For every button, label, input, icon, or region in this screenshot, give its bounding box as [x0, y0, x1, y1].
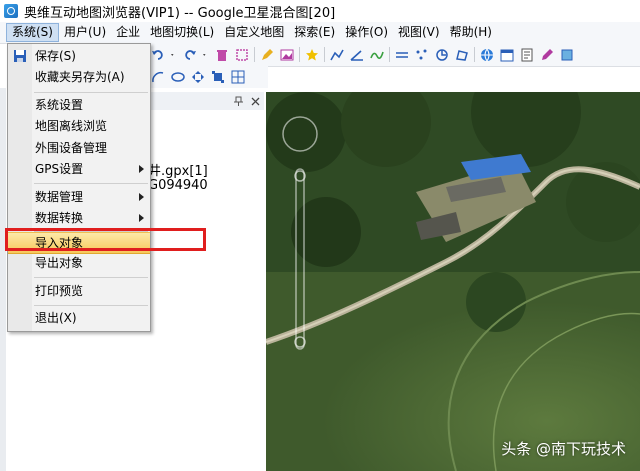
menu-item-label: 系统设置 [35, 98, 84, 112]
menu-separator [34, 277, 148, 278]
path-icon[interactable] [395, 48, 409, 62]
main-toolbar [148, 43, 640, 67]
title-bar: 奥维互动地图浏览器(VIP1) -- Google卫星混合图[20] [0, 0, 640, 22]
menu-bar: 系统(S) 用户(U) 企业 地图切换(L) 自定义地图 探索(E) 操作(O)… [0, 22, 640, 44]
menu-item-save-favorites-as[interactable]: 收藏夹另存为(A) [8, 67, 150, 87]
menu-item-label: GPS设置 [35, 162, 84, 176]
undo-icon[interactable] [151, 48, 165, 62]
menu-item-print-preview[interactable]: 打印预览 [8, 281, 150, 301]
move-icon[interactable] [191, 70, 205, 84]
submenu-arrow-icon [139, 165, 144, 173]
menu-item-label: 收藏夹另存为(A) [35, 70, 125, 84]
zoom-control[interactable] [282, 114, 318, 354]
save-icon [14, 50, 26, 62]
menu-help[interactable]: 帮助(H) [445, 23, 497, 42]
dropdown-arrow-icon[interactable] [203, 48, 209, 62]
area-icon[interactable] [455, 48, 469, 62]
menu-enterprise[interactable]: 企业 [111, 23, 145, 42]
pencil-icon[interactable] [260, 48, 274, 62]
menu-item-gps-settings[interactable]: GPS设置 [8, 159, 150, 179]
panel-edge [0, 88, 6, 471]
redo-icon[interactable] [183, 48, 197, 62]
freehand-icon[interactable] [370, 48, 384, 62]
globe-icon[interactable] [480, 48, 494, 62]
annotation-highlight-box [5, 228, 206, 251]
select-rect-icon[interactable] [235, 48, 249, 62]
draw-toolbar [148, 66, 268, 88]
pin-icon[interactable] [234, 96, 243, 106]
menu-item-label: 保存(S) [35, 49, 76, 63]
calendar-icon[interactable] [500, 48, 514, 62]
menu-item-export-objects[interactable]: 导出对象 [8, 253, 150, 273]
star-icon[interactable] [305, 48, 319, 62]
panel-item-id[interactable]: G094940 [148, 178, 208, 193]
menu-separator [34, 92, 148, 93]
arc-icon[interactable] [151, 70, 165, 84]
menu-item-label: 地图离线浏览 [35, 119, 108, 133]
panel-item-gpx[interactable]: 井.gpx[1] [148, 160, 208, 179]
panel-header [148, 92, 264, 110]
resize-icon[interactable] [211, 70, 225, 84]
satellite-map[interactable]: 头条 @南下玩技术 [266, 92, 640, 471]
menu-item-peripheral-manager[interactable]: 外围设备管理 [8, 138, 150, 158]
close-icon[interactable] [251, 97, 260, 106]
menu-user[interactable]: 用户(U) [59, 23, 111, 42]
ellipse-icon[interactable] [171, 70, 185, 84]
menu-operation[interactable]: 操作(O) [340, 23, 393, 42]
submenu-arrow-icon [139, 214, 144, 222]
layers-icon[interactable] [560, 48, 574, 62]
menu-item-label: 退出(X) [35, 311, 77, 325]
angle-icon[interactable] [350, 48, 364, 62]
menu-item-data-convert[interactable]: 数据转换 [8, 208, 150, 228]
menu-system[interactable]: 系统(S) [6, 23, 59, 42]
scatter-icon[interactable] [415, 48, 429, 62]
menu-map-switch[interactable]: 地图切换(L) [145, 23, 219, 42]
delete-icon[interactable] [215, 48, 229, 62]
menu-custom-map[interactable]: 自定义地图 [219, 23, 289, 42]
measure-icon[interactable] [435, 48, 449, 62]
map-imagery [266, 92, 640, 471]
menu-item-exit[interactable]: 退出(X) [8, 308, 150, 328]
app-logo-icon [4, 4, 18, 18]
menu-separator [34, 183, 148, 184]
polyline-icon[interactable] [330, 48, 344, 62]
menu-item-label: 导出对象 [35, 256, 84, 270]
menu-item-label: 数据转换 [35, 211, 84, 225]
menu-view[interactable]: 视图(V) [393, 23, 445, 42]
system-menu: 保存(S) 收藏夹另存为(A) 系统设置 地图离线浏览 外围设备管理 GPS设置… [7, 43, 151, 332]
dropdown-arrow-icon[interactable] [171, 48, 177, 62]
window-title: 奥维互动地图浏览器(VIP1) -- Google卫星混合图[20] [24, 5, 336, 21]
submenu-arrow-icon [139, 193, 144, 201]
menu-item-label: 打印预览 [35, 284, 84, 298]
document-icon[interactable] [520, 48, 534, 62]
menu-item-offline-browse[interactable]: 地图离线浏览 [8, 116, 150, 136]
menu-item-system-settings[interactable]: 系统设置 [8, 95, 150, 115]
grid-icon[interactable] [231, 70, 245, 84]
menu-item-label: 数据管理 [35, 190, 84, 204]
menu-item-label: 外围设备管理 [35, 141, 108, 155]
menu-item-data-manager[interactable]: 数据管理 [8, 187, 150, 207]
image-icon[interactable] [280, 48, 294, 62]
menu-separator [34, 305, 148, 306]
menu-item-save[interactable]: 保存(S) [8, 46, 150, 66]
watermark-text: 头条 @南下玩技术 [501, 440, 626, 458]
menu-explore[interactable]: 探索(E) [289, 23, 340, 42]
edit-icon[interactable] [540, 48, 554, 62]
